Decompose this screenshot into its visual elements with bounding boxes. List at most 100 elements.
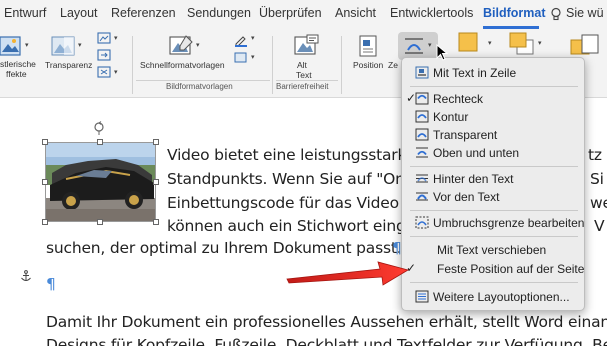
chevron-down-icon[interactable]: ▾ — [251, 34, 255, 42]
compress-pictures-icon[interactable] — [97, 32, 111, 44]
menu-item-behind-text[interactable]: Hinter den Text — [402, 170, 586, 188]
menu-item-fix-position[interactable]: ✓ Feste Position auf der Seite — [402, 260, 586, 278]
menu-separator — [410, 86, 578, 87]
group-line — [276, 80, 338, 81]
paragraph-mark: ¶ — [46, 275, 56, 293]
tab-mailings[interactable]: Sendungen — [187, 6, 251, 20]
bring-forward-icon[interactable] — [458, 32, 480, 54]
menu-separator — [410, 282, 578, 283]
chevron-down-icon[interactable]: ▾ — [538, 39, 542, 47]
layout-options-icon — [415, 290, 429, 303]
document-text-line: Damit Ihr Dokument ein professionelles A… — [46, 313, 607, 331]
alt-text-label: Alt — [297, 60, 307, 70]
document-text-line: Video bietet eine leistungsstarke — [167, 146, 416, 164]
menu-item-through[interactable]: Transparent — [402, 126, 586, 144]
group-line — [136, 80, 270, 81]
picture-effects-icon[interactable] — [234, 52, 248, 64]
alt-text-label-line2: Text — [296, 70, 312, 80]
resize-handle[interactable] — [153, 179, 159, 185]
selection-pane-icon[interactable] — [570, 34, 600, 58]
position-label: Position — [353, 60, 384, 70]
car-photo — [46, 143, 155, 221]
menu-item-in-front[interactable]: Vor den Text — [402, 188, 586, 206]
tab-tell-me[interactable]: Sie wü — [566, 6, 604, 20]
chevron-down-icon[interactable]: ▾ — [251, 53, 255, 61]
menu-item-label: Hinter den Text — [433, 172, 514, 186]
tab-review[interactable]: Überprüfen — [259, 6, 322, 20]
menu-separator — [410, 210, 578, 211]
document-text-fragment: Si — [590, 170, 604, 188]
tab-layout[interactable]: Layout — [60, 6, 98, 20]
chevron-down-icon[interactable]: ▾ — [78, 41, 82, 49]
ribbon-separator — [132, 36, 133, 94]
artistic-effects-icon[interactable] — [0, 35, 22, 57]
menu-item-label: Mit Text verschieben — [437, 243, 547, 257]
ribbon-tabs: Entwurf Layout Referenzen Sendungen Über… — [0, 0, 607, 30]
document-text-line: Einbettungscode für das Video ei — [167, 194, 418, 212]
resize-handle[interactable] — [42, 139, 48, 145]
change-picture-icon[interactable] — [97, 49, 111, 61]
edit-wrap-points-icon — [415, 216, 429, 229]
active-tab-indicator — [483, 26, 539, 29]
menu-item-label: Umbruchsgrenze bearbeiten — [433, 216, 585, 230]
resize-handle[interactable] — [42, 219, 48, 225]
wrap-text-label: Ze — [388, 60, 398, 70]
picture-border-icon[interactable] — [234, 33, 248, 47]
resize-handle[interactable] — [97, 139, 103, 145]
ribbon-separator — [341, 36, 342, 94]
menu-item-tight[interactable]: Kontur — [402, 108, 586, 126]
picture-styles-group-label: Bildformatvorlagen — [166, 82, 233, 91]
chevron-down-icon[interactable]: ▾ — [196, 41, 200, 49]
alt-text-icon[interactable] — [293, 34, 319, 58]
menu-item-top-bottom[interactable]: Oben und unten — [402, 144, 586, 162]
resize-handle[interactable] — [42, 179, 48, 185]
chevron-down-icon: ▾ — [428, 42, 432, 49]
inline-text-icon — [415, 66, 429, 79]
document-text-line: suchen, der optimal zu Ihrem Dokument pa… — [46, 239, 402, 257]
mouse-pointer-icon — [436, 44, 448, 61]
document-text-line: Standpunkts. Wenn Sie auf "Onl — [167, 170, 409, 188]
rotate-handle-icon[interactable] — [93, 121, 105, 135]
menu-item-label: Vor den Text — [433, 190, 500, 204]
document-text-fragment: tz — [588, 146, 602, 164]
chevron-down-icon[interactable]: ▾ — [114, 34, 118, 42]
document-text-fragment: we — [590, 194, 607, 212]
picture-styles-icon[interactable] — [168, 34, 194, 58]
resize-handle[interactable] — [153, 139, 159, 145]
tab-view[interactable]: Ansicht — [335, 6, 376, 20]
quick-styles-label: Schnellformatvorlagen — [140, 60, 225, 70]
tab-developer[interactable]: Entwicklertools — [390, 6, 473, 20]
tab-picture-format[interactable]: Bildformat — [483, 6, 546, 20]
menu-item-label: Kontur — [433, 110, 469, 124]
top-bottom-wrap-icon — [416, 147, 428, 158]
in-front-text-icon — [416, 192, 428, 201]
menu-item-label: Rechteck — [433, 92, 484, 106]
lightbulb-icon[interactable] — [549, 7, 563, 21]
menu-item-edit-wrap-points[interactable]: Umbruchsgrenze bearbeiten — [402, 214, 586, 232]
artistic-effects-label-line2: ffekte — [6, 69, 27, 79]
menu-item-label: Feste Position auf der Seite — [437, 262, 585, 276]
menu-item-move-with-text[interactable]: Mit Text verschieben — [402, 241, 586, 259]
through-wrap-icon — [415, 128, 429, 141]
square-wrap-icon — [415, 92, 429, 105]
resize-handle[interactable] — [97, 219, 103, 225]
menu-item-label: Mit Text in Zeile — [433, 66, 517, 80]
send-backward-icon[interactable] — [509, 32, 535, 56]
menu-item-more-layout-options[interactable]: Weitere Layoutoptionen... — [402, 288, 586, 306]
menu-item-square[interactable]: ✓ Rechteck — [402, 90, 586, 108]
tab-references[interactable]: Referenzen — [111, 6, 176, 20]
selected-picture[interactable] — [45, 142, 156, 222]
resize-handle[interactable] — [153, 219, 159, 225]
transparency-icon[interactable] — [51, 34, 75, 58]
wrap-text-icon — [405, 38, 423, 54]
chevron-down-icon[interactable]: ▾ — [488, 39, 492, 47]
tight-wrap-icon — [415, 110, 429, 123]
reset-picture-icon[interactable] — [97, 66, 111, 78]
menu-item-inline[interactable]: Mit Text in Zeile — [402, 64, 586, 82]
chevron-down-icon[interactable]: ▾ — [114, 68, 118, 76]
chevron-down-icon[interactable]: ▾ — [25, 41, 29, 49]
tab-design[interactable]: Entwurf — [4, 6, 46, 20]
behind-text-icon — [416, 174, 428, 183]
position-icon[interactable] — [357, 34, 379, 58]
ribbon-separator — [272, 36, 273, 94]
